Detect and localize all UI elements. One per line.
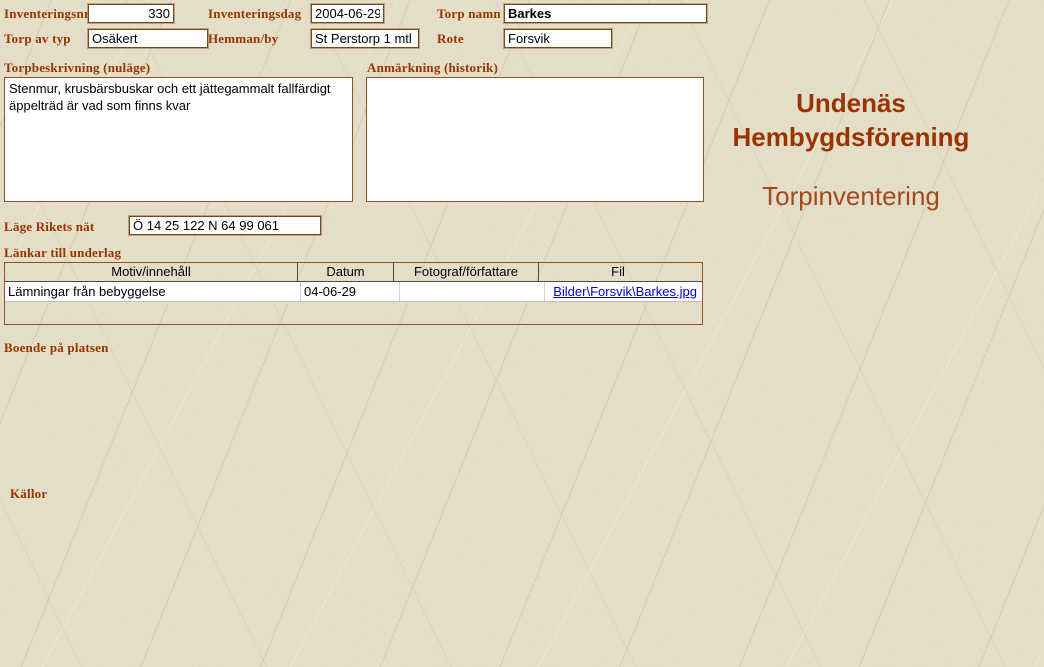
cell-fil: Bilder\Forsvik\Barkes.jpg <box>545 282 702 301</box>
torp-av-typ-input[interactable] <box>88 29 208 48</box>
hemman-by-label: Hemman/by <box>208 31 279 46</box>
torp-av-typ-label: Torp av typ <box>4 31 71 46</box>
org-title-line2: Hembygdsförening <box>732 122 970 152</box>
inventeringsdag-input[interactable] <box>311 4 384 23</box>
torp-namn-input[interactable] <box>504 4 707 23</box>
table-row: Lämningar från bebyggelse 04-06-29 Bilde… <box>5 282 702 302</box>
torp-namn-label: Torp namn <box>437 6 501 21</box>
lage-rikets-nat-label: Läge Rikets nät <box>4 219 95 234</box>
torpinventering-form: Inventeringsnr Inventeringsdag Torp namn… <box>0 0 1044 667</box>
inventeringsnr-input[interactable] <box>88 4 174 23</box>
rote-label: Rote <box>437 31 464 46</box>
inventeringsnr-label: Inventeringsnr <box>4 6 90 21</box>
torpbeskrivning-label: Torpbeskrivning (nuläge) <box>4 60 151 75</box>
anmarkning-label: Anmärkning (historik) <box>367 60 498 75</box>
anmarkning-textarea[interactable] <box>366 77 704 202</box>
underlag-table: Motiv/innehåll Datum Fotograf/författare… <box>4 262 703 325</box>
org-title-line1: Undenäs <box>796 88 906 118</box>
torpbeskrivning-textarea[interactable]: Stenmur, krusbärsbuskar och ett jättegam… <box>4 77 353 202</box>
cell-motiv: Lämningar från bebyggelse <box>5 282 301 301</box>
page-title: Torpinventering <box>762 181 940 211</box>
kallor-label: Källor <box>10 486 48 501</box>
lankar-till-underlag-label: Länkar till underlag <box>4 245 122 260</box>
column-header-motiv: Motiv/innehåll <box>5 263 298 281</box>
column-header-fotograf: Fotograf/författare <box>394 263 539 281</box>
org-title: Undenäs Hembygdsförening <box>712 86 990 154</box>
column-header-fil: Fil <box>611 264 625 279</box>
column-header-datum: Datum <box>298 263 394 281</box>
cell-datum: 04-06-29 <box>301 282 400 301</box>
inventeringsdag-label: Inventeringsdag <box>208 6 302 21</box>
lage-rikets-nat-input[interactable] <box>129 216 321 235</box>
hemman-by-input[interactable] <box>311 29 419 48</box>
boende-pa-platsen-label: Boende på platsen <box>4 340 109 355</box>
rote-input[interactable] <box>504 29 612 48</box>
table-empty-area <box>5 302 702 324</box>
cell-fotograf <box>400 282 545 301</box>
file-link[interactable]: Bilder\Forsvik\Barkes.jpg <box>553 284 697 299</box>
underlag-table-header-row: Motiv/innehåll Datum Fotograf/författare… <box>5 263 702 282</box>
